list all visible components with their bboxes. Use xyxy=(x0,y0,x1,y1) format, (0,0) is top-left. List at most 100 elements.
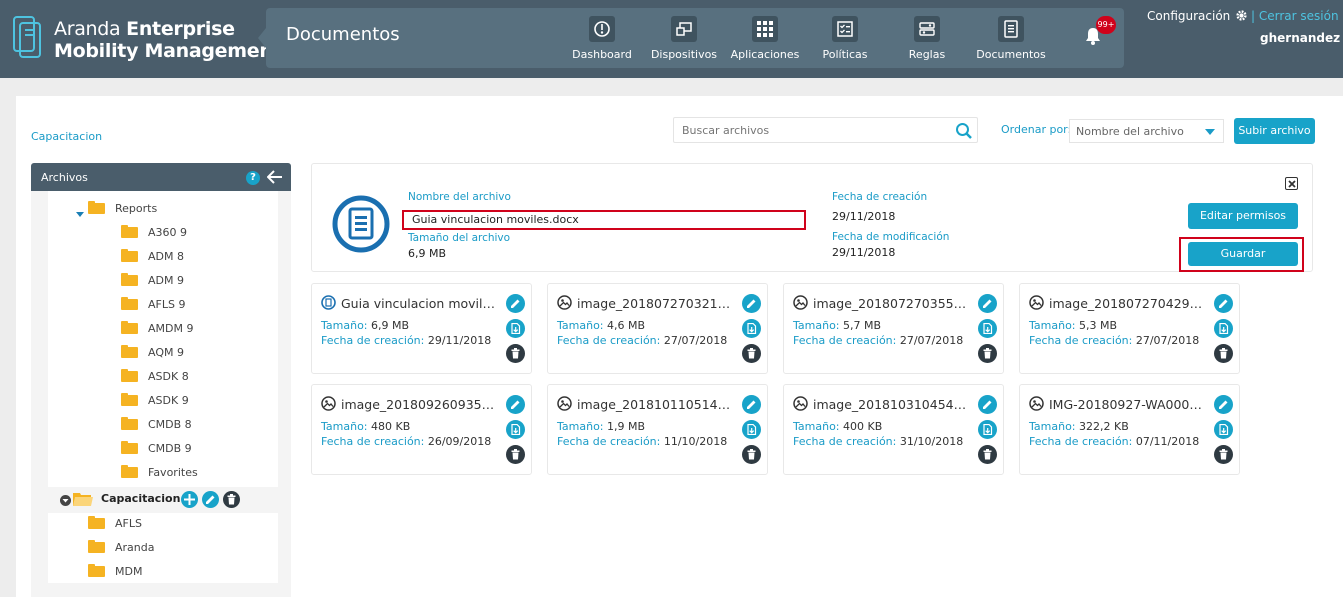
nav-politicas[interactable]: Políticas xyxy=(818,16,872,66)
file-card[interactable]: image_20180727042913.jpg Tamaño: 5,3 MB Fe… xyxy=(1019,283,1240,374)
delete-folder-button[interactable] xyxy=(223,491,240,508)
breadcrumb[interactable]: Capacitacion xyxy=(31,130,102,143)
file-card[interactable]: image_20181011051423.jpg Tamaño: 1,9 MB Fe… xyxy=(547,384,768,475)
tree-node[interactable]: CMDB 9 xyxy=(121,440,192,458)
file-card-size: Tamaño: 4,6 MB xyxy=(557,319,646,332)
file-card-size: Tamaño: 480 KB xyxy=(321,420,411,433)
help-icon[interactable]: ? xyxy=(246,171,260,185)
file-card-title[interactable]: Guia vinculacion moviles.docx xyxy=(321,295,501,311)
tree-node[interactable]: ADM 8 xyxy=(121,248,184,266)
collapse-circle-icon[interactable] xyxy=(60,495,71,506)
save-button[interactable]: Guardar xyxy=(1188,242,1298,266)
image-icon xyxy=(793,396,808,411)
gear-icon[interactable] xyxy=(1235,9,1248,22)
file-card[interactable]: image_20181031045451.jpg Tamaño: 400 KB Fe… xyxy=(783,384,1004,475)
file-card[interactable]: IMG-20180927-WA0006.jpg Tamaño: 322,2 KB F… xyxy=(1019,384,1240,475)
file-card[interactable]: image_20180727032115.jpg Tamaño: 4,6 MB Fe… xyxy=(547,283,768,374)
download-file-button[interactable] xyxy=(978,420,997,439)
edit-file-button[interactable] xyxy=(742,395,761,414)
file-card[interactable]: Guia vinculacion moviles.docx Tamaño: 6,9… xyxy=(311,283,532,374)
file-card-size: Tamaño: 5,3 MB xyxy=(1029,319,1118,332)
nav-reglas[interactable]: Reglas xyxy=(902,16,952,66)
tree-node[interactable]: Favorites xyxy=(121,464,198,482)
expand-caret-icon[interactable] xyxy=(76,212,84,217)
file-card-title[interactable]: image_20180926093541.jpg xyxy=(321,396,501,412)
logout-link[interactable]: | Cerrar sesión xyxy=(1251,9,1339,23)
username: ghernandez xyxy=(1260,31,1341,45)
edit-file-button[interactable] xyxy=(1214,294,1233,313)
edit-file-button[interactable] xyxy=(978,395,997,414)
tree-node[interactable]: AFLS xyxy=(88,515,142,533)
delete-file-button[interactable] xyxy=(978,344,997,363)
edit-folder-button[interactable] xyxy=(202,491,219,508)
download-file-button[interactable] xyxy=(1214,420,1233,439)
image-icon xyxy=(557,295,572,310)
tree-node-reports[interactable]: Reports xyxy=(88,200,157,218)
add-folder-button[interactable] xyxy=(181,491,198,508)
download-file-button[interactable] xyxy=(506,319,525,338)
image-icon xyxy=(1029,396,1044,411)
file-card-title[interactable]: image_20180727032115.jpg xyxy=(557,295,737,311)
files-tree-panel: Archivos ? Reports A360 9 ADM 8 ADM 9 AF… xyxy=(31,163,291,597)
file-card-date: Fecha de creación: 07/11/2018 xyxy=(1029,435,1200,448)
file-card-title[interactable]: image_20180727042913.jpg xyxy=(1029,295,1209,311)
download-file-button[interactable] xyxy=(978,319,997,338)
tree-node-capacitacion[interactable]: Capacitacion xyxy=(47,487,278,513)
arrow-left-icon[interactable] xyxy=(267,170,283,184)
file-name-field[interactable]: Guia vinculacion moviles.docx xyxy=(402,210,806,230)
tree-node[interactable]: AQM 9 xyxy=(121,344,184,362)
close-icon[interactable] xyxy=(1285,177,1298,190)
nav-aplicaciones[interactable]: Aplicaciones xyxy=(730,16,800,66)
edit-permissions-button[interactable]: Editar permisos xyxy=(1188,203,1298,229)
download-file-button[interactable] xyxy=(742,420,761,439)
download-file-button[interactable] xyxy=(506,420,525,439)
document-icon xyxy=(332,195,390,253)
image-icon xyxy=(557,396,572,411)
sort-select-value: Nombre del archivo xyxy=(1076,125,1184,138)
edit-file-button[interactable] xyxy=(506,294,525,313)
tree-node[interactable]: CMDB 8 xyxy=(121,416,192,434)
nav-dispositivos[interactable]: Dispositivos xyxy=(650,16,718,66)
upload-file-button[interactable]: Subir archivo xyxy=(1234,118,1315,144)
file-card-size: Tamaño: 6,9 MB xyxy=(321,319,410,332)
download-file-button[interactable] xyxy=(1214,319,1233,338)
folder-icon xyxy=(121,321,138,334)
file-card-title[interactable]: image_20181031045451.jpg xyxy=(793,396,973,412)
config-link[interactable]: Configuración xyxy=(1147,9,1230,23)
tree-node[interactable]: ASDK 9 xyxy=(121,392,189,410)
file-card-title[interactable]: image_20181011051423.jpg xyxy=(557,396,737,412)
file-card[interactable]: image_20180926093541.jpg Tamaño: 480 KB Fe… xyxy=(311,384,532,475)
search-icon[interactable] xyxy=(955,122,973,140)
sort-select[interactable]: Nombre del archivo xyxy=(1069,119,1224,143)
tree-node[interactable]: AMDM 9 xyxy=(121,320,193,338)
nav-dashboard[interactable]: Dashboard xyxy=(570,16,634,66)
tree-node[interactable]: Aranda xyxy=(88,539,154,557)
edit-file-button[interactable] xyxy=(1214,395,1233,414)
tree-node[interactable]: ASDK 8 xyxy=(121,368,189,386)
delete-file-button[interactable] xyxy=(506,445,525,464)
page-title: Documentos xyxy=(286,24,400,45)
created-date-value: 29/11/2018 xyxy=(832,210,896,223)
nav-documentos[interactable]: Documentos xyxy=(972,16,1050,66)
download-file-button[interactable] xyxy=(742,319,761,338)
tree-node[interactable]: ADM 9 xyxy=(121,272,184,290)
delete-file-button[interactable] xyxy=(1214,344,1233,363)
delete-file-button[interactable] xyxy=(742,344,761,363)
delete-file-button[interactable] xyxy=(742,445,761,464)
tree-node[interactable]: AFLS 9 xyxy=(121,296,185,314)
tree-node[interactable]: MDM xyxy=(88,563,142,581)
file-card-date: Fecha de creación: 26/09/2018 xyxy=(321,435,492,448)
edit-file-button[interactable] xyxy=(506,395,525,414)
file-card-title[interactable]: IMG-20180927-WA0006.jpg xyxy=(1029,396,1209,412)
delete-file-button[interactable] xyxy=(506,344,525,363)
search-input[interactable] xyxy=(674,118,944,142)
open-folder-icon xyxy=(73,493,93,506)
delete-file-button[interactable] xyxy=(1214,445,1233,464)
edit-file-button[interactable] xyxy=(742,294,761,313)
delete-file-button[interactable] xyxy=(978,445,997,464)
file-card[interactable]: image_20180727035557.jpg Tamaño: 5,7 MB Fe… xyxy=(783,283,1004,374)
file-card-title[interactable]: image_20180727035557.jpg xyxy=(793,295,973,311)
dashboard-icon xyxy=(589,16,615,42)
tree-node[interactable]: A360 9 xyxy=(121,224,187,242)
edit-file-button[interactable] xyxy=(978,294,997,313)
